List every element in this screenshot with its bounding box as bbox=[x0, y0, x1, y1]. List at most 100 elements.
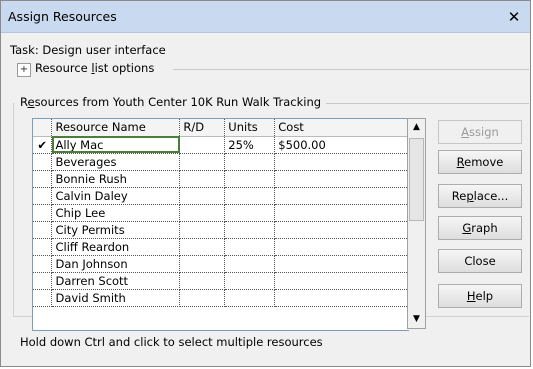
rd-cell[interactable] bbox=[179, 170, 226, 188]
table-row[interactable]: ✔ Ally Mac 25% $500.00 bbox=[33, 136, 409, 154]
table-row[interactable]: Calvin Daley bbox=[33, 187, 409, 205]
graph-rest: raph bbox=[471, 221, 498, 235]
assign-rest: ssign bbox=[469, 125, 499, 139]
graph-button[interactable]: Graph bbox=[438, 216, 522, 240]
hint-text: Hold down Ctrl and click to select multi… bbox=[20, 335, 323, 349]
column-header-check[interactable] bbox=[33, 119, 53, 137]
resource-name-cell[interactable]: David Smith bbox=[51, 289, 181, 307]
rd-cell[interactable] bbox=[179, 187, 226, 205]
resource-list-options-toggle[interactable]: Resource list options bbox=[35, 61, 154, 75]
units-cell[interactable] bbox=[224, 153, 276, 171]
resource-table[interactable]: Resource Name R/D Units Cost ✔ Ally Mac … bbox=[32, 118, 409, 331]
units-cell[interactable] bbox=[224, 272, 276, 290]
assign-resources-dialog: Assign Resources ✕ Task: Design user int… bbox=[0, 0, 531, 367]
cost-cell[interactable] bbox=[274, 255, 409, 273]
check-cell bbox=[33, 272, 53, 290]
table-row[interactable]: City Permits bbox=[33, 221, 409, 239]
graph-key: G bbox=[462, 221, 472, 235]
table-row[interactable]: Bonnie Rush bbox=[33, 170, 409, 188]
check-cell bbox=[33, 238, 53, 256]
table-header-row: Resource Name R/D Units Cost bbox=[33, 119, 409, 137]
check-cell bbox=[33, 187, 53, 205]
group-label-post: sources from Youth Center 10K Run Walk T… bbox=[34, 95, 322, 109]
check-cell bbox=[33, 221, 53, 239]
units-cell[interactable] bbox=[224, 204, 276, 222]
table-row[interactable]: David Smith bbox=[33, 289, 409, 307]
cost-cell[interactable]: $500.00 bbox=[274, 136, 409, 154]
rd-cell[interactable] bbox=[179, 255, 226, 273]
table-row[interactable]: Beverages bbox=[33, 153, 409, 171]
options-label-pre: Resource bbox=[35, 61, 92, 75]
check-cell bbox=[33, 204, 53, 222]
resource-name-cell[interactable]: Ally Mac bbox=[51, 136, 181, 154]
units-cell[interactable] bbox=[224, 289, 276, 307]
resource-name-cell[interactable]: Darren Scott bbox=[51, 272, 181, 290]
remove-rest: emove bbox=[464, 155, 504, 169]
rd-cell[interactable] bbox=[179, 153, 226, 171]
units-cell[interactable] bbox=[224, 238, 276, 256]
divider bbox=[326, 103, 529, 104]
resource-name-cell[interactable]: City Permits bbox=[51, 221, 181, 239]
resource-name-cell[interactable]: Beverages bbox=[51, 153, 181, 171]
resource-name-cell[interactable]: Dan Johnson bbox=[51, 255, 181, 273]
window-title: Assign Resources bbox=[8, 9, 117, 24]
replace-rest: lace... bbox=[473, 189, 509, 203]
replace-key: p bbox=[466, 189, 474, 203]
cost-cell[interactable] bbox=[274, 170, 409, 188]
units-cell[interactable]: 25% bbox=[224, 136, 276, 154]
assign-key: A bbox=[461, 125, 470, 139]
cost-cell[interactable] bbox=[274, 272, 409, 290]
units-cell[interactable] bbox=[224, 187, 276, 205]
column-header-cost[interactable]: Cost bbox=[274, 119, 409, 137]
replace-pre: Re bbox=[451, 189, 467, 203]
rd-cell[interactable] bbox=[179, 204, 226, 222]
replace-button[interactable]: Replace... bbox=[438, 184, 522, 208]
help-key: H bbox=[466, 289, 476, 303]
table-row[interactable]: Dan Johnson bbox=[33, 255, 409, 273]
cost-cell[interactable] bbox=[274, 238, 409, 256]
check-cell bbox=[33, 255, 53, 273]
resource-name-cell[interactable]: Chip Lee bbox=[51, 204, 181, 222]
table-row[interactable]: Cliff Reardon bbox=[33, 238, 409, 256]
units-cell[interactable] bbox=[224, 255, 276, 273]
options-label-post: ist options bbox=[94, 61, 155, 75]
column-header-resource-name[interactable]: Resource Name bbox=[51, 119, 181, 137]
remove-button[interactable]: Remove bbox=[438, 150, 522, 174]
resource-name-cell[interactable]: Bonnie Rush bbox=[51, 170, 181, 188]
resource-name-cell[interactable]: Calvin Daley bbox=[51, 187, 181, 205]
vertical-scrollbar[interactable]: ▲ ▼ bbox=[407, 118, 426, 329]
cost-cell[interactable] bbox=[274, 153, 409, 171]
check-cell bbox=[33, 153, 53, 171]
cost-cell[interactable] bbox=[274, 204, 409, 222]
help-rest: elp bbox=[475, 289, 494, 303]
checkmark-icon: ✔ bbox=[33, 136, 53, 154]
rd-cell[interactable] bbox=[179, 289, 226, 307]
assign-button[interactable]: Assign bbox=[438, 120, 522, 144]
rd-cell[interactable] bbox=[179, 136, 226, 154]
scroll-thumb[interactable] bbox=[409, 138, 424, 221]
units-cell[interactable] bbox=[224, 170, 276, 188]
column-header-rd[interactable]: R/D bbox=[179, 119, 226, 137]
close-button[interactable]: Close bbox=[438, 249, 522, 273]
scroll-down-arrow-icon[interactable]: ▼ bbox=[408, 311, 425, 328]
check-cell bbox=[33, 289, 53, 307]
table-row[interactable]: Darren Scott bbox=[33, 272, 409, 290]
rd-cell[interactable] bbox=[179, 272, 226, 290]
close-icon[interactable]: ✕ bbox=[506, 9, 522, 25]
rd-cell[interactable] bbox=[179, 238, 226, 256]
units-cell[interactable] bbox=[224, 221, 276, 239]
title-bar[interactable]: Assign Resources ✕ bbox=[1, 1, 530, 33]
cost-cell[interactable] bbox=[274, 221, 409, 239]
cost-cell[interactable] bbox=[274, 289, 409, 307]
rd-cell[interactable] bbox=[179, 221, 226, 239]
column-header-units[interactable]: Units bbox=[224, 119, 276, 137]
table-row[interactable]: Chip Lee bbox=[33, 204, 409, 222]
resource-name-cell[interactable]: Cliff Reardon bbox=[51, 238, 181, 256]
scroll-up-arrow-icon[interactable]: ▲ bbox=[408, 119, 425, 136]
expand-plus-icon[interactable]: + bbox=[17, 63, 31, 77]
check-cell bbox=[33, 170, 53, 188]
cost-cell[interactable] bbox=[274, 187, 409, 205]
group-label-key: e bbox=[27, 95, 35, 109]
help-button[interactable]: Help bbox=[438, 284, 522, 308]
resources-group-label: Resources from Youth Center 10K Run Walk… bbox=[20, 95, 321, 109]
